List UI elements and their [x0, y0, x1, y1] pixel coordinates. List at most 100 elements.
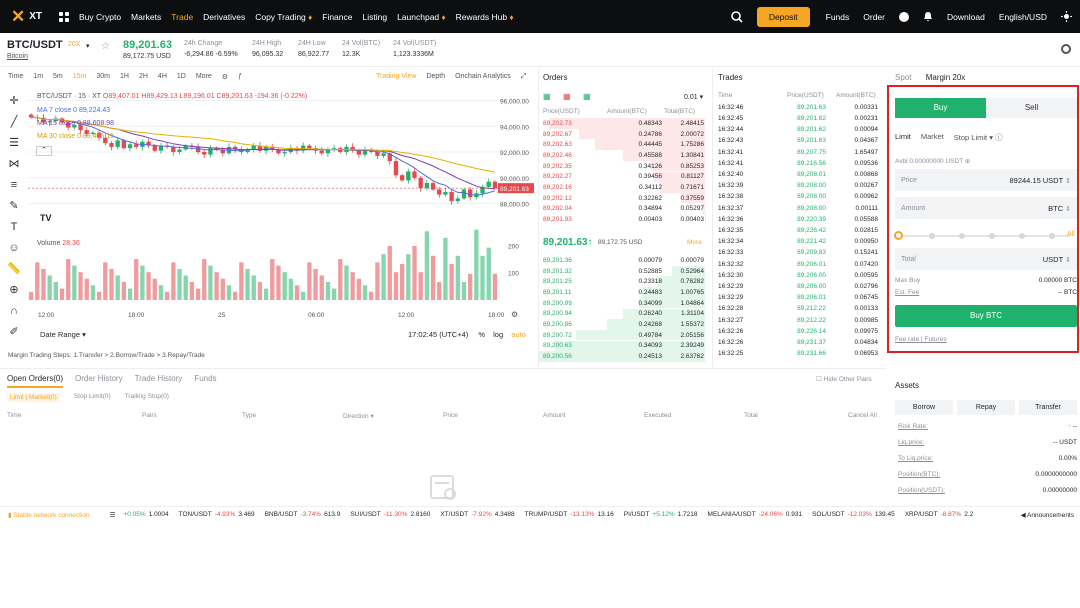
bid-row[interactable]: 89,201.25 0.23318 0.76282 [543, 276, 704, 287]
futures-link[interactable]: Futures [925, 336, 947, 343]
tab-limit[interactable]: Limit [895, 132, 911, 143]
tab-4h[interactable]: 4H [158, 73, 167, 81]
amount-slider[interactable] [894, 231, 1070, 240]
nav-copy-trading[interactable]: Copy Trading ♦ [255, 12, 312, 22]
nav-derivatives[interactable]: Derivatives [203, 12, 245, 22]
zoom-in-icon[interactable]: ⊕ [7, 283, 21, 297]
text-tool-icon[interactable]: T [7, 220, 21, 234]
nav-launchpad[interactable]: Launchpad ♦ [397, 12, 446, 22]
bid-row[interactable]: 89,201.32 0.52885 0.52964 [543, 266, 704, 277]
chart-settings-icon[interactable]: ⚙ [511, 310, 518, 319]
ask-row[interactable]: 89,202.67 0.24786 2.00072 [543, 129, 704, 140]
ask-row[interactable]: 89,202.35 0.34126 0.85253 [543, 161, 704, 172]
price-value[interactable]: 89244.15 [1010, 176, 1041, 185]
bid-row[interactable]: 89,200.86 0.24268 1.55372 [543, 319, 704, 330]
tab-open-orders[interactable]: Open Orders(0) [7, 374, 64, 388]
tab-market[interactable]: Market [921, 132, 944, 143]
add-funds-icon[interactable]: ⊕ [965, 158, 970, 165]
price-field[interactable]: Price 89244.15 USDT ⇕ [895, 169, 1077, 191]
nav-markets[interactable]: Markets [131, 12, 161, 22]
percent-toggle[interactable]: % [478, 330, 485, 339]
total-field[interactable]: Total USDT ⇕ [895, 248, 1077, 270]
bid-row[interactable]: 89,200.63 0.34093 2.39249 [543, 341, 704, 352]
apps-grid-icon[interactable] [59, 11, 69, 22]
fib-icon[interactable]: ≡ [7, 178, 21, 192]
subtab-stop-limit[interactable]: Stop Limit(0) [74, 393, 111, 402]
sell-tab[interactable]: Sell [986, 98, 1077, 118]
function-icon[interactable]: ƒ [238, 73, 242, 81]
col-direction[interactable]: Direction ▾ [343, 412, 374, 420]
brush-icon[interactable]: ✎ [7, 199, 21, 213]
tab-1d[interactable]: 1D [177, 73, 186, 81]
settings-gear-icon[interactable] [1061, 44, 1071, 54]
tab-15m[interactable]: 15m [73, 73, 87, 81]
subtab-limit-market[interactable]: Limit | Market(0) [7, 393, 60, 402]
amount-stepper-icon[interactable]: ⇕ [1065, 206, 1071, 213]
tab-2h[interactable]: 2H [139, 73, 148, 81]
slider-step[interactable] [959, 233, 965, 239]
book-view-asks-icon[interactable]: ▦ [563, 92, 571, 101]
ticker-list-icon[interactable]: ☰ [110, 511, 116, 519]
ticker-item[interactable]: TRUMP/USDT -13.13% 13.16 [525, 511, 614, 518]
ticker-item[interactable]: MELANIA/USDT -24.06% 0.931 [708, 511, 803, 518]
nav-buy-crypto[interactable]: Buy Crypto [79, 12, 121, 22]
favorite-star-icon[interactable]: ☆ [101, 41, 110, 52]
language-currency[interactable]: English/USD [999, 12, 1047, 22]
buy-tab[interactable]: Buy [895, 98, 986, 118]
coin-name[interactable]: Bitcoin [7, 53, 28, 60]
tab-margin[interactable]: Margin 20x [926, 73, 966, 82]
subtab-trailing-stop[interactable]: Trailing Stop(0) [125, 393, 169, 402]
bid-row[interactable]: 89,201.36 0.00079 0.00079 [543, 255, 704, 266]
ticker-item[interactable]: PI/USDT +5.12% 1.7218 [624, 511, 698, 518]
nav-listing[interactable]: Listing [363, 12, 388, 22]
bid-row[interactable]: 89,201.11 0.24483 1.00765 [543, 287, 704, 298]
slider-step[interactable] [1049, 233, 1055, 239]
announcements-link[interactable]: ◀ Announcements [1021, 511, 1074, 519]
borrow-button[interactable]: Borrow [895, 400, 953, 415]
ask-row[interactable]: 89,202.73 0.48343 2.48415 [543, 118, 704, 129]
ticker-item[interactable]: BNB/USDT -3.74% 613.9 [265, 511, 341, 518]
log-toggle[interactable]: log [493, 330, 503, 339]
date-range-dropdown[interactable]: Date Range ▾ [40, 330, 86, 339]
slider-knob[interactable] [894, 231, 903, 240]
all-button[interactable]: All [1067, 231, 1075, 238]
nav-finance[interactable]: Finance [322, 12, 352, 22]
price-stepper-icon[interactable]: ⇕ [1065, 178, 1071, 185]
tab-time[interactable]: Time [8, 73, 23, 81]
pattern-icon[interactable]: ⋈ [7, 157, 21, 171]
slider-step[interactable] [929, 233, 935, 239]
tab-5m[interactable]: 5m [53, 73, 63, 81]
ruler-icon[interactable]: 📏 [7, 262, 21, 276]
tab-more[interactable]: More [196, 73, 212, 81]
search-icon[interactable] [731, 10, 743, 23]
book-view-both-icon[interactable]: ▦ [543, 92, 551, 101]
indicator-settings-icon[interactable]: ⚙ [222, 73, 228, 81]
emoji-icon[interactable]: ☺ [7, 241, 21, 255]
fee-rate-link[interactable]: Fee rate [895, 336, 919, 343]
depth-precision-select[interactable]: 0.01 ▾ [684, 93, 703, 101]
pair-name[interactable]: BTC/USDT [7, 39, 63, 51]
ask-row[interactable]: 89,202.27 0.39456 0.81127 [543, 172, 704, 183]
trend-line-icon[interactable]: ╱ [7, 115, 21, 129]
bid-row[interactable]: 89,200.99 0.34099 1.04864 [543, 298, 704, 309]
fullscreen-icon[interactable]: ⤢ [521, 73, 527, 81]
crosshair-icon[interactable]: ✛ [7, 94, 21, 108]
transfer-button[interactable]: Transfer [1019, 400, 1077, 415]
ask-row[interactable]: 89,202.16 0.34112 0.71671 [543, 182, 704, 193]
magnet-icon[interactable]: ∩ [7, 304, 21, 318]
tab-funds[interactable]: Funds [194, 374, 216, 388]
ask-row[interactable]: 89,202.63 0.44445 1.75286 [543, 139, 704, 150]
user-avatar-icon[interactable] [899, 11, 909, 22]
tab-30m[interactable]: 30m [96, 73, 110, 81]
lock-drawing-icon[interactable]: ✐ [7, 325, 21, 339]
slider-step[interactable] [1019, 233, 1025, 239]
nav-trade[interactable]: Trade [171, 12, 193, 22]
bid-row[interactable]: 89,200.72 0.49784 2.05156 [543, 330, 704, 341]
nav-order[interactable]: Order [863, 12, 885, 22]
tab-order-history[interactable]: Order History [75, 374, 123, 388]
tab-depth[interactable]: Depth [426, 73, 445, 81]
buy-btc-button[interactable]: Buy BTC [895, 305, 1077, 327]
collapse-legend-icon[interactable]: ⌃ [36, 146, 52, 156]
bell-icon[interactable] [923, 11, 933, 22]
more-link[interactable]: More [687, 239, 702, 246]
